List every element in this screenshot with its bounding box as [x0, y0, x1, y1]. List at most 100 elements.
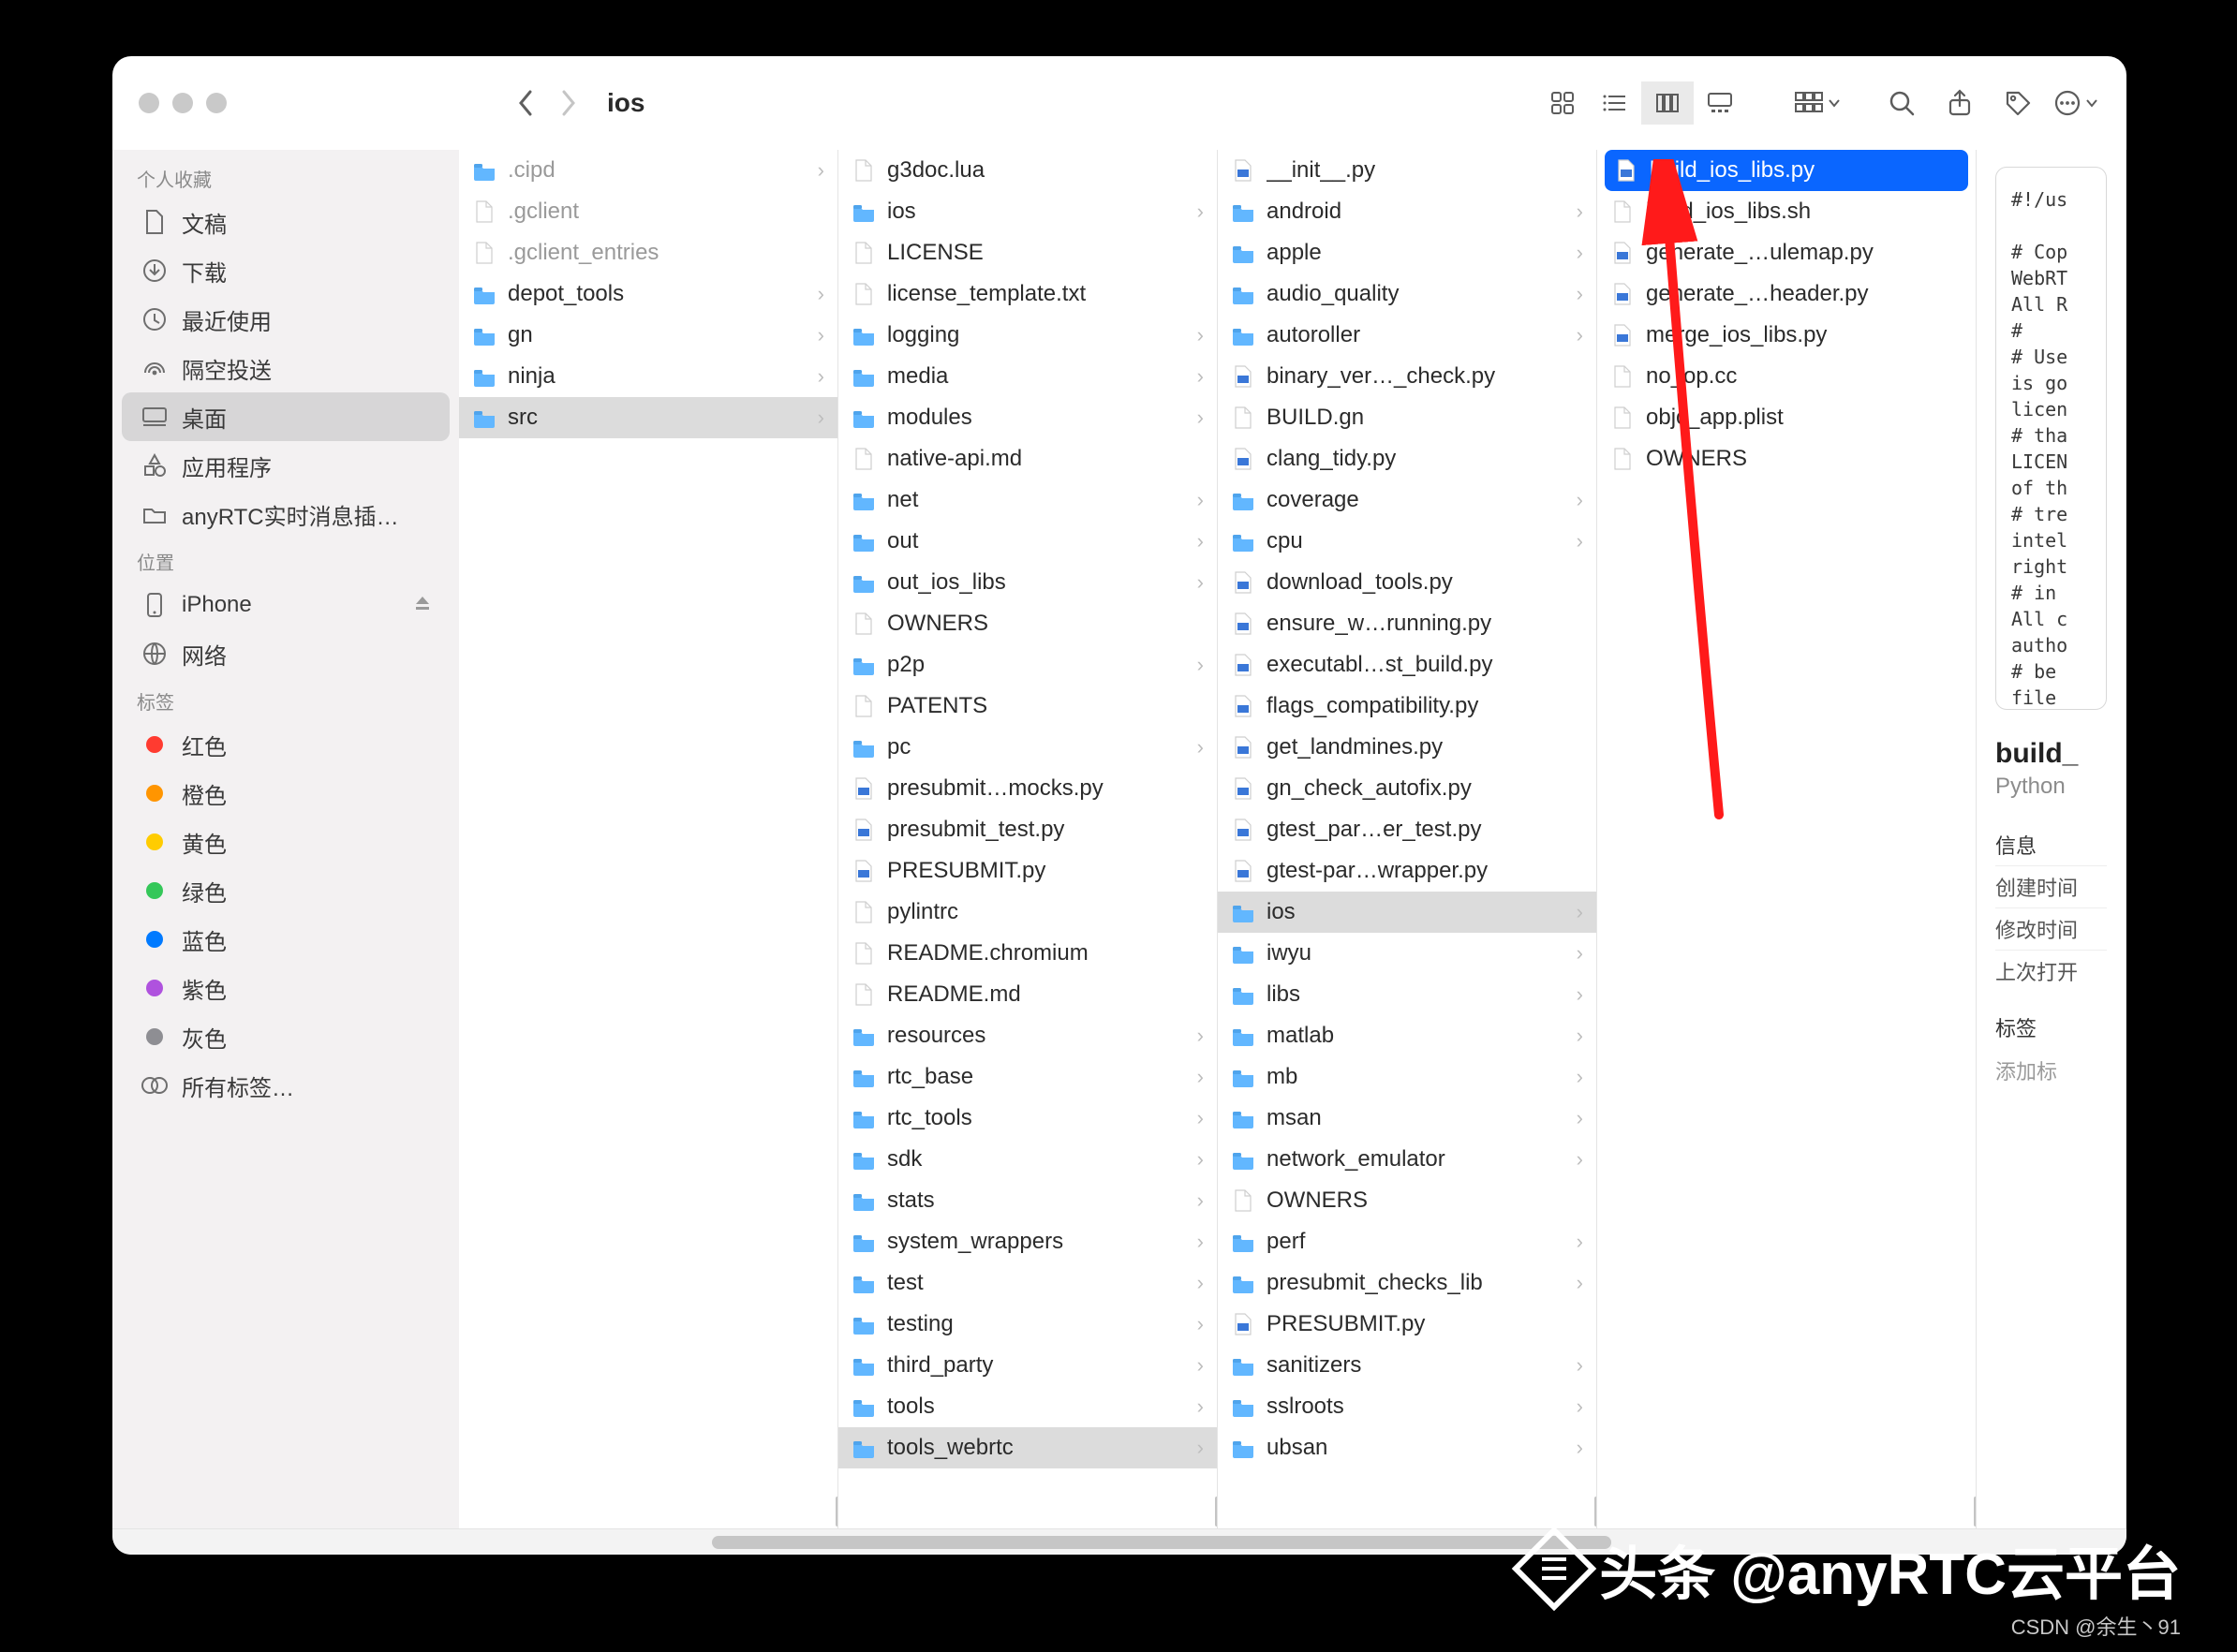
sidebar-item[interactable]: 隔空投送 — [122, 344, 450, 392]
minimize-dot[interactable] — [172, 93, 193, 113]
folder-row[interactable]: out_ios_libs› — [838, 562, 1217, 603]
column-1[interactable]: g3doc.luaios›LICENSElicense_template.txt… — [838, 150, 1218, 1528]
folder-row[interactable]: sanitizers› — [1218, 1345, 1596, 1386]
file-row[interactable]: merge_ios_libs.py — [1597, 315, 1976, 356]
folder-row[interactable]: ubsan› — [1218, 1427, 1596, 1468]
folder-row[interactable]: net› — [838, 479, 1217, 521]
file-row[interactable]: binary_ver…_check.py — [1218, 356, 1596, 397]
folder-row[interactable]: stats› — [838, 1180, 1217, 1221]
file-row[interactable]: pylintrc — [838, 892, 1217, 933]
view-gallery-button[interactable] — [1694, 81, 1746, 125]
file-row[interactable]: executabl…st_build.py — [1218, 644, 1596, 686]
file-row[interactable]: g3doc.lua — [838, 150, 1217, 191]
folder-row[interactable]: gn› — [459, 315, 837, 356]
folder-row[interactable]: sdk› — [838, 1139, 1217, 1180]
folder-row[interactable]: .cipd› — [459, 150, 837, 191]
file-row[interactable]: build_ios_libs.py — [1605, 150, 1968, 191]
sidebar-item[interactable]: 蓝色 — [122, 915, 450, 964]
folder-row[interactable]: autoroller› — [1218, 315, 1596, 356]
scrollbar-thumb[interactable] — [712, 1536, 1611, 1549]
file-row[interactable]: presubmit…mocks.py — [838, 768, 1217, 809]
folder-row[interactable]: tools› — [838, 1386, 1217, 1427]
file-row[interactable]: BUILD.gn — [1218, 397, 1596, 438]
folder-row[interactable]: presubmit_checks_lib› — [1218, 1262, 1596, 1304]
folder-row[interactable]: p2p› — [838, 644, 1217, 686]
view-icon-button[interactable] — [1536, 81, 1589, 125]
folder-row[interactable]: iwyu› — [1218, 933, 1596, 974]
action-menu-icon[interactable] — [2052, 79, 2100, 127]
folder-row[interactable]: apple› — [1218, 232, 1596, 273]
file-row[interactable]: PATENTS — [838, 686, 1217, 727]
file-row[interactable]: generate_…ulemap.py — [1597, 232, 1976, 273]
sidebar-item[interactable]: 网络 — [122, 629, 450, 678]
folder-row[interactable]: rtc_tools› — [838, 1098, 1217, 1139]
column-3[interactable]: build_ios_libs.pybuild_ios_libs.shgenera… — [1597, 150, 1977, 1528]
folder-row[interactable]: ninja› — [459, 356, 837, 397]
file-row[interactable]: gn_check_autofix.py — [1218, 768, 1596, 809]
sidebar-item[interactable]: 最近使用 — [122, 295, 450, 344]
sidebar-item[interactable]: iPhone — [122, 581, 450, 629]
folder-row[interactable]: out› — [838, 521, 1217, 562]
file-row[interactable]: PRESUBMIT.py — [1218, 1304, 1596, 1345]
folder-row[interactable]: src› — [459, 397, 837, 438]
folder-row[interactable]: system_wrappers› — [838, 1221, 1217, 1262]
file-row[interactable]: ensure_w…running.py — [1218, 603, 1596, 644]
file-row[interactable]: native-api.md — [838, 438, 1217, 479]
sidebar-item[interactable]: anyRTC实时消息插… — [122, 490, 450, 538]
folder-row[interactable]: network_emulator› — [1218, 1139, 1596, 1180]
file-row[interactable]: README.md — [838, 974, 1217, 1015]
view-list-button[interactable] — [1589, 81, 1641, 125]
file-row[interactable]: gtest_par…er_test.py — [1218, 809, 1596, 850]
file-row[interactable]: OWNERS — [1218, 1180, 1596, 1221]
file-row[interactable]: README.chromium — [838, 933, 1217, 974]
eject-icon[interactable] — [414, 592, 431, 618]
sidebar-item[interactable]: 文稿 — [122, 198, 450, 246]
sidebar-item[interactable]: 绿色 — [122, 866, 450, 915]
sidebar-item[interactable]: 紫色 — [122, 964, 450, 1012]
share-icon[interactable] — [1935, 79, 1984, 127]
file-row[interactable]: OWNERS — [1597, 438, 1976, 479]
folder-row[interactable]: rtc_base› — [838, 1056, 1217, 1098]
file-row[interactable]: objc_app.plist — [1597, 397, 1976, 438]
file-row[interactable]: no_op.cc — [1597, 356, 1976, 397]
view-segmented-control[interactable] — [1536, 81, 1746, 125]
sidebar-item[interactable]: 红色 — [122, 720, 450, 769]
folder-row[interactable]: depot_tools› — [459, 273, 837, 315]
folder-row[interactable]: msan› — [1218, 1098, 1596, 1139]
folder-row[interactable]: libs› — [1218, 974, 1596, 1015]
file-row[interactable]: build_ios_libs.sh — [1597, 191, 1976, 232]
folder-row[interactable]: modules› — [838, 397, 1217, 438]
zoom-dot[interactable] — [206, 93, 227, 113]
file-row[interactable]: __init__.py — [1218, 150, 1596, 191]
folder-row[interactable]: pc› — [838, 727, 1217, 768]
folder-row[interactable]: sslroots› — [1218, 1386, 1596, 1427]
file-row[interactable]: .gclient — [459, 191, 837, 232]
sidebar-item[interactable]: 黄色 — [122, 818, 450, 866]
file-row[interactable]: license_template.txt — [838, 273, 1217, 315]
group-by-button[interactable] — [1793, 79, 1842, 127]
file-row[interactable]: OWNERS — [838, 603, 1217, 644]
folder-row[interactable]: ios› — [838, 191, 1217, 232]
folder-row[interactable]: test› — [838, 1262, 1217, 1304]
sidebar-item[interactable]: 桌面 — [122, 392, 450, 441]
sidebar-item[interactable]: 所有标签… — [122, 1061, 450, 1110]
file-row[interactable]: get_landmines.py — [1218, 727, 1596, 768]
folder-row[interactable]: logging› — [838, 315, 1217, 356]
tag-icon[interactable] — [1993, 79, 2042, 127]
preview-add-tag[interactable]: 添加标 — [1995, 1055, 2107, 1085]
close-dot[interactable] — [139, 93, 159, 113]
search-icon[interactable] — [1877, 79, 1926, 127]
folder-row[interactable]: android› — [1218, 191, 1596, 232]
folder-row[interactable]: testing› — [838, 1304, 1217, 1345]
sidebar-item[interactable]: 下载 — [122, 246, 450, 295]
folder-row[interactable]: perf› — [1218, 1221, 1596, 1262]
folder-row[interactable]: mb› — [1218, 1056, 1596, 1098]
file-row[interactable]: PRESUBMIT.py — [838, 850, 1217, 892]
folder-row[interactable]: ios› — [1218, 892, 1596, 933]
file-row[interactable]: flags_compatibility.py — [1218, 686, 1596, 727]
file-row[interactable]: LICENSE — [838, 232, 1217, 273]
file-row[interactable]: generate_…header.py — [1597, 273, 1976, 315]
column-2[interactable]: __init__.pyandroid›apple›audio_quality›a… — [1218, 150, 1597, 1528]
folder-row[interactable]: third_party› — [838, 1345, 1217, 1386]
file-row[interactable]: gtest-par…wrapper.py — [1218, 850, 1596, 892]
